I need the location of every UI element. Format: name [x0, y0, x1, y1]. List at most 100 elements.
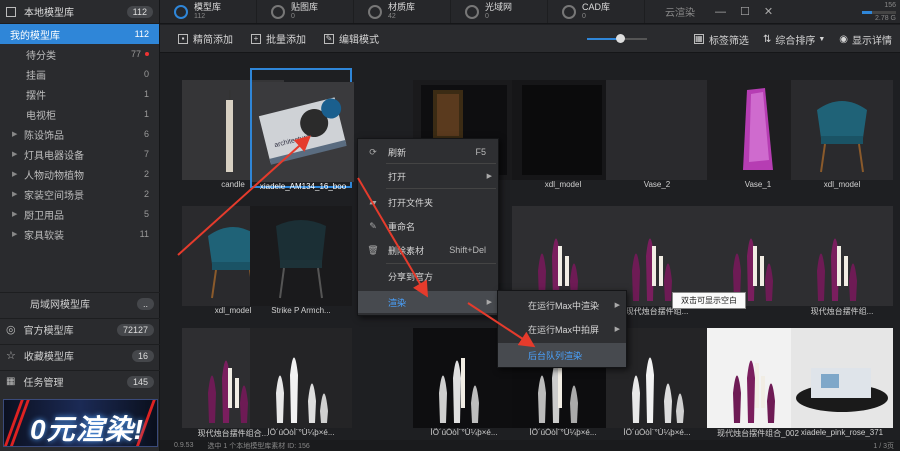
task-manager-item[interactable]: ▦ 任务管理 145: [0, 370, 160, 392]
tab-count: 112: [194, 12, 206, 20]
maximize-icon[interactable]: ☐: [740, 5, 750, 18]
local-library-label: 本地模型库: [24, 8, 74, 19]
sidebar-item[interactable]: 摆件 1: [0, 84, 159, 104]
window-controls: — ☐ ✕: [715, 0, 773, 23]
storage-indicator: 156 2.78 G: [862, 1, 896, 23]
caret-right-icon[interactable]: ▶: [12, 190, 24, 198]
asset-thumbnail[interactable]: [512, 80, 614, 180]
lan-library-label: 局域网模型库: [30, 300, 90, 311]
sort-icon: ⇅: [762, 33, 772, 45]
asset-card[interactable]: xdl_model: [512, 68, 614, 189]
sidebar-item-label: 我的模型库: [10, 30, 60, 42]
tab-name: 光域网: [485, 1, 513, 12]
context-menu-item[interactable]: 打开 ▶: [358, 165, 498, 187]
asset-thumbnail[interactable]: [250, 328, 352, 428]
slider-knob[interactable]: [616, 34, 625, 43]
close-icon[interactable]: ✕: [764, 5, 773, 18]
context-menu-item[interactable]: 渲染 ▶: [358, 291, 498, 313]
eye-icon: ◉: [839, 33, 848, 45]
submenu-item[interactable]: 后台队列渲染: [498, 343, 626, 367]
tab-count: 0: [582, 12, 586, 20]
lan-library-item[interactable]: 局域网模型库 ..: [0, 292, 160, 314]
tab-icon: [271, 4, 285, 19]
batch-add-label: 批量添加: [266, 35, 306, 46]
tab-0[interactable]: 模型库 112: [160, 0, 257, 23]
asset-card[interactable]: xiadele_pink_rose_371: [791, 316, 893, 437]
sidebar-item-count: 6: [143, 129, 149, 139]
batch-add-button[interactable]: + 批量添加: [251, 31, 306, 46]
asset-thumbnail[interactable]: [791, 206, 893, 306]
refresh-icon: ⟳: [369, 146, 377, 157]
sidebar-item-label: 家装空间场景: [24, 190, 84, 202]
page-indicator[interactable]: 1 / 3页: [873, 441, 894, 451]
tab-1[interactable]: 贴图库 0: [257, 0, 354, 23]
sidebar-item[interactable]: 电视柜 1: [0, 104, 159, 124]
sort-button[interactable]: ⇅ 综合排序 ▼: [763, 32, 825, 47]
tab-text: CAD库 0: [582, 2, 610, 21]
tag-filter-button[interactable]: ▦ 标签筛选: [693, 32, 749, 47]
sidebar-item-count: 1: [143, 89, 149, 99]
globe-icon: ◎: [6, 324, 16, 336]
sidebar-item-label: 摆件: [26, 90, 46, 102]
caret-right-icon: ▶: [614, 326, 620, 333]
sidebar-item[interactable]: 我的模型库 112: [0, 24, 159, 44]
asset-card[interactable]: Strike P Armch...: [250, 194, 352, 315]
official-library-item[interactable]: ◎ 官方模型库 72127: [0, 318, 160, 340]
quick-add-button[interactable]: ▪ 精简添加: [178, 31, 233, 46]
context-menu-item[interactable]: ⟳ 刷新 F5: [358, 141, 498, 163]
edit-mode-button[interactable]: ✎ 编辑模式: [324, 31, 379, 46]
sidebar-item[interactable]: 挂画 0: [0, 64, 159, 84]
context-menu-item[interactable]: ▰ 打开文件夹: [358, 191, 498, 213]
asset-card[interactable]: architecture xiadele_AM134_16_boo: [250, 68, 354, 191]
caret-right-icon[interactable]: ▶: [12, 170, 24, 178]
selection-text: 选中 1 个本地模型库素材 ID: 156: [207, 442, 310, 450]
task-manager-count: 145: [126, 375, 154, 388]
context-menu-label: 打开文件夹: [388, 197, 434, 208]
asset-thumbnail[interactable]: architecture: [252, 82, 354, 182]
caret-right-icon[interactable]: ▶: [12, 150, 24, 158]
sidebar-item[interactable]: ▶ 厨卫用品 5: [0, 204, 159, 224]
favorites-library-item[interactable]: ☆ 收藏模型库 16: [0, 344, 160, 366]
caret-right-icon[interactable]: ▶: [12, 210, 24, 218]
sidebar-item[interactable]: ▶ 家装空间场景 2: [0, 184, 159, 204]
tab-3[interactable]: 光域网 0: [451, 0, 548, 23]
asset-card[interactable]: xdl_model: [791, 68, 893, 189]
sidebar-item[interactable]: ▶ 家具软装 11: [0, 224, 159, 244]
asset-card[interactable]: Vase_2: [606, 68, 708, 189]
sidebar-item[interactable]: ▶ 灯具电器设备 7: [0, 144, 159, 164]
sidebar-item[interactable]: ▶ 人物动物植物 2: [0, 164, 159, 184]
context-menu-item[interactable]: 🗑 删除素材 Shift+Del: [358, 239, 498, 261]
asset-card[interactable]: ÌÕ´úÓòÌ¨°Ú¼þ×é...: [250, 316, 352, 437]
tab-icon: [465, 4, 479, 19]
asset-card[interactable]: 现代烛台摆件组...: [791, 194, 893, 316]
local-library-header[interactable]: 本地模型库 112: [0, 0, 159, 24]
caret-right-icon[interactable]: ▶: [12, 130, 24, 138]
asset-thumbnail[interactable]: [250, 206, 352, 306]
cloud-render-button[interactable]: 云渲染: [665, 0, 695, 23]
caret-right-icon: ▶: [486, 299, 492, 306]
sidebar-item-label: 电视柜: [26, 110, 56, 122]
asset-thumbnail[interactable]: [606, 80, 708, 180]
tab-text: 模型库 112: [194, 2, 221, 21]
caret-right-icon[interactable]: ▶: [12, 230, 24, 238]
sidebar-item[interactable]: 待分类 77: [0, 44, 159, 64]
asset-caption: xiadele_pink_rose_371: [800, 428, 884, 437]
tab-4[interactable]: CAD库 0: [548, 0, 645, 23]
submenu-label: 在运行Max中渲染: [528, 300, 600, 311]
tag-filter-icon: ▦: [693, 34, 704, 44]
sidebar-item[interactable]: ▶ 陈设饰品 6: [0, 124, 159, 144]
submenu-item[interactable]: 在运行Max中渲染 ▶: [498, 293, 626, 317]
promo-banner[interactable]: 0元渲染!: [3, 399, 158, 447]
context-menu-item[interactable]: ✎ 重命名: [358, 215, 498, 237]
caret-right-icon: ▶: [486, 173, 492, 180]
context-menu-item[interactable]: 分享到官方: [358, 265, 498, 287]
minimize-icon[interactable]: —: [715, 6, 726, 18]
sidebar-item-count: 2: [143, 189, 149, 199]
asset-thumbnail[interactable]: [791, 80, 893, 180]
show-details-button[interactable]: ◉ 显示详情: [839, 32, 892, 47]
asset-thumbnail[interactable]: [791, 328, 893, 428]
submenu-item[interactable]: 在运行Max中拍屏 ▶: [498, 317, 626, 341]
tab-2[interactable]: 材质库 42: [354, 0, 451, 23]
tab-text: 贴图库 0: [291, 2, 318, 21]
thumbnail-size-slider[interactable]: [587, 34, 647, 43]
